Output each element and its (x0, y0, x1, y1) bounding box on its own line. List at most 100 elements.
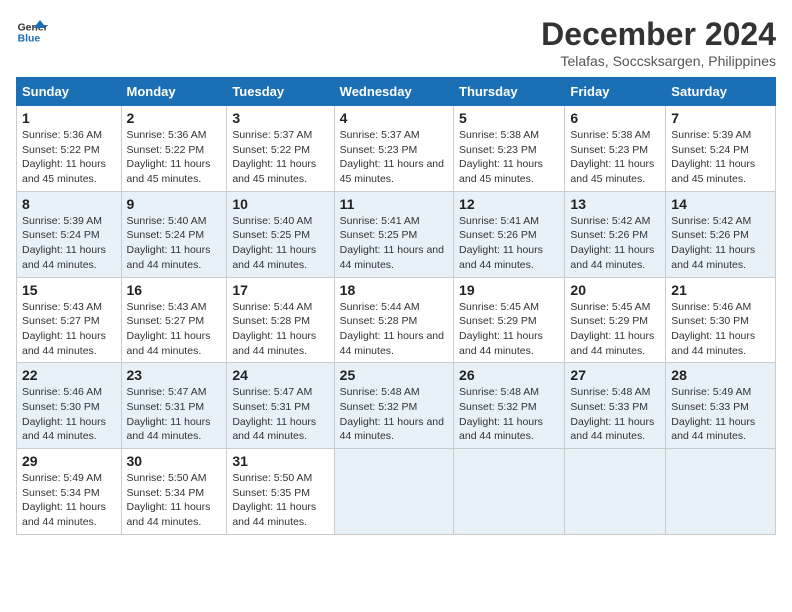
calendar-cell: 3 Sunrise: 5:37 AM Sunset: 5:22 PM Dayli… (227, 106, 334, 192)
day-info: Sunrise: 5:48 AM Sunset: 5:32 PM Dayligh… (459, 385, 559, 444)
calendar-cell: 14 Sunrise: 5:42 AM Sunset: 5:26 PM Dayl… (666, 191, 776, 277)
calendar-cell: 24 Sunrise: 5:47 AM Sunset: 5:31 PM Dayl… (227, 363, 334, 449)
calendar-header-row: Sunday Monday Tuesday Wednesday Thursday… (17, 78, 776, 106)
day-number: 12 (459, 196, 559, 212)
day-number: 23 (127, 367, 222, 383)
logo: General Blue (16, 16, 48, 48)
day-info: Sunrise: 5:40 AM Sunset: 5:25 PM Dayligh… (232, 214, 328, 273)
calendar-cell: 22 Sunrise: 5:46 AM Sunset: 5:30 PM Dayl… (17, 363, 122, 449)
calendar-cell: 15 Sunrise: 5:43 AM Sunset: 5:27 PM Dayl… (17, 277, 122, 363)
day-number: 1 (22, 110, 116, 126)
header-thursday: Thursday (454, 78, 565, 106)
calendar-cell: 13 Sunrise: 5:42 AM Sunset: 5:26 PM Dayl… (565, 191, 666, 277)
svg-text:Blue: Blue (18, 34, 41, 45)
day-number: 28 (671, 367, 770, 383)
day-info: Sunrise: 5:39 AM Sunset: 5:24 PM Dayligh… (22, 214, 116, 273)
day-info: Sunrise: 5:46 AM Sunset: 5:30 PM Dayligh… (671, 300, 770, 359)
day-number: 3 (232, 110, 328, 126)
day-info: Sunrise: 5:49 AM Sunset: 5:34 PM Dayligh… (22, 471, 116, 530)
day-number: 21 (671, 282, 770, 298)
header: General Blue December 2024 Telafas, Socc… (16, 16, 776, 69)
calendar-week-row: 15 Sunrise: 5:43 AM Sunset: 5:27 PM Dayl… (17, 277, 776, 363)
day-info: Sunrise: 5:49 AM Sunset: 5:33 PM Dayligh… (671, 385, 770, 444)
calendar-cell: 23 Sunrise: 5:47 AM Sunset: 5:31 PM Dayl… (121, 363, 227, 449)
day-number: 4 (340, 110, 448, 126)
day-number: 5 (459, 110, 559, 126)
calendar-cell: 4 Sunrise: 5:37 AM Sunset: 5:23 PM Dayli… (334, 106, 453, 192)
day-info: Sunrise: 5:50 AM Sunset: 5:35 PM Dayligh… (232, 471, 328, 530)
day-number: 17 (232, 282, 328, 298)
day-number: 7 (671, 110, 770, 126)
header-wednesday: Wednesday (334, 78, 453, 106)
day-number: 25 (340, 367, 448, 383)
calendar-cell: 1 Sunrise: 5:36 AM Sunset: 5:22 PM Dayli… (17, 106, 122, 192)
day-number: 22 (22, 367, 116, 383)
calendar-cell: 19 Sunrise: 5:45 AM Sunset: 5:29 PM Dayl… (454, 277, 565, 363)
calendar-cell: 16 Sunrise: 5:43 AM Sunset: 5:27 PM Dayl… (121, 277, 227, 363)
calendar-cell: 5 Sunrise: 5:38 AM Sunset: 5:23 PM Dayli… (454, 106, 565, 192)
calendar-cell: 31 Sunrise: 5:50 AM Sunset: 5:35 PM Dayl… (227, 449, 334, 535)
day-info: Sunrise: 5:43 AM Sunset: 5:27 PM Dayligh… (22, 300, 116, 359)
page-title: December 2024 (541, 16, 776, 53)
day-info: Sunrise: 5:45 AM Sunset: 5:29 PM Dayligh… (459, 300, 559, 359)
day-number: 29 (22, 453, 116, 469)
day-number: 24 (232, 367, 328, 383)
day-number: 16 (127, 282, 222, 298)
day-number: 14 (671, 196, 770, 212)
day-number: 19 (459, 282, 559, 298)
day-info: Sunrise: 5:37 AM Sunset: 5:23 PM Dayligh… (340, 128, 448, 187)
day-info: Sunrise: 5:44 AM Sunset: 5:28 PM Dayligh… (340, 300, 448, 359)
calendar-cell: 21 Sunrise: 5:46 AM Sunset: 5:30 PM Dayl… (666, 277, 776, 363)
day-info: Sunrise: 5:37 AM Sunset: 5:22 PM Dayligh… (232, 128, 328, 187)
day-info: Sunrise: 5:36 AM Sunset: 5:22 PM Dayligh… (22, 128, 116, 187)
day-number: 10 (232, 196, 328, 212)
day-number: 18 (340, 282, 448, 298)
calendar-cell: 2 Sunrise: 5:36 AM Sunset: 5:22 PM Dayli… (121, 106, 227, 192)
day-info: Sunrise: 5:36 AM Sunset: 5:22 PM Dayligh… (127, 128, 222, 187)
header-friday: Friday (565, 78, 666, 106)
day-info: Sunrise: 5:44 AM Sunset: 5:28 PM Dayligh… (232, 300, 328, 359)
day-number: 15 (22, 282, 116, 298)
header-saturday: Saturday (666, 78, 776, 106)
header-monday: Monday (121, 78, 227, 106)
day-number: 11 (340, 196, 448, 212)
day-info: Sunrise: 5:42 AM Sunset: 5:26 PM Dayligh… (671, 214, 770, 273)
calendar-week-row: 1 Sunrise: 5:36 AM Sunset: 5:22 PM Dayli… (17, 106, 776, 192)
logo-icon: General Blue (16, 16, 48, 48)
calendar-cell: 20 Sunrise: 5:45 AM Sunset: 5:29 PM Dayl… (565, 277, 666, 363)
calendar-cell: 8 Sunrise: 5:39 AM Sunset: 5:24 PM Dayli… (17, 191, 122, 277)
header-tuesday: Tuesday (227, 78, 334, 106)
day-info: Sunrise: 5:41 AM Sunset: 5:26 PM Dayligh… (459, 214, 559, 273)
calendar-cell: 27 Sunrise: 5:48 AM Sunset: 5:33 PM Dayl… (565, 363, 666, 449)
day-number: 6 (570, 110, 660, 126)
day-info: Sunrise: 5:48 AM Sunset: 5:32 PM Dayligh… (340, 385, 448, 444)
day-info: Sunrise: 5:50 AM Sunset: 5:34 PM Dayligh… (127, 471, 222, 530)
calendar-cell: 18 Sunrise: 5:44 AM Sunset: 5:28 PM Dayl… (334, 277, 453, 363)
calendar-cell: 9 Sunrise: 5:40 AM Sunset: 5:24 PM Dayli… (121, 191, 227, 277)
calendar-cell: 12 Sunrise: 5:41 AM Sunset: 5:26 PM Dayl… (454, 191, 565, 277)
calendar-cell (565, 449, 666, 535)
calendar-cell: 6 Sunrise: 5:38 AM Sunset: 5:23 PM Dayli… (565, 106, 666, 192)
day-number: 31 (232, 453, 328, 469)
day-number: 30 (127, 453, 222, 469)
day-number: 13 (570, 196, 660, 212)
calendar-cell: 17 Sunrise: 5:44 AM Sunset: 5:28 PM Dayl… (227, 277, 334, 363)
header-sunday: Sunday (17, 78, 122, 106)
day-info: Sunrise: 5:38 AM Sunset: 5:23 PM Dayligh… (570, 128, 660, 187)
day-number: 9 (127, 196, 222, 212)
day-info: Sunrise: 5:39 AM Sunset: 5:24 PM Dayligh… (671, 128, 770, 187)
day-info: Sunrise: 5:38 AM Sunset: 5:23 PM Dayligh… (459, 128, 559, 187)
day-info: Sunrise: 5:41 AM Sunset: 5:25 PM Dayligh… (340, 214, 448, 273)
calendar-week-row: 29 Sunrise: 5:49 AM Sunset: 5:34 PM Dayl… (17, 449, 776, 535)
calendar-cell: 30 Sunrise: 5:50 AM Sunset: 5:34 PM Dayl… (121, 449, 227, 535)
calendar-cell: 7 Sunrise: 5:39 AM Sunset: 5:24 PM Dayli… (666, 106, 776, 192)
calendar-cell: 11 Sunrise: 5:41 AM Sunset: 5:25 PM Dayl… (334, 191, 453, 277)
day-info: Sunrise: 5:46 AM Sunset: 5:30 PM Dayligh… (22, 385, 116, 444)
day-number: 26 (459, 367, 559, 383)
calendar-cell: 10 Sunrise: 5:40 AM Sunset: 5:25 PM Dayl… (227, 191, 334, 277)
day-info: Sunrise: 5:47 AM Sunset: 5:31 PM Dayligh… (232, 385, 328, 444)
calendar-cell (334, 449, 453, 535)
page-subtitle: Telafas, Soccsksargen, Philippines (541, 53, 776, 69)
title-area: December 2024 Telafas, Soccsksargen, Phi… (541, 16, 776, 69)
day-number: 27 (570, 367, 660, 383)
